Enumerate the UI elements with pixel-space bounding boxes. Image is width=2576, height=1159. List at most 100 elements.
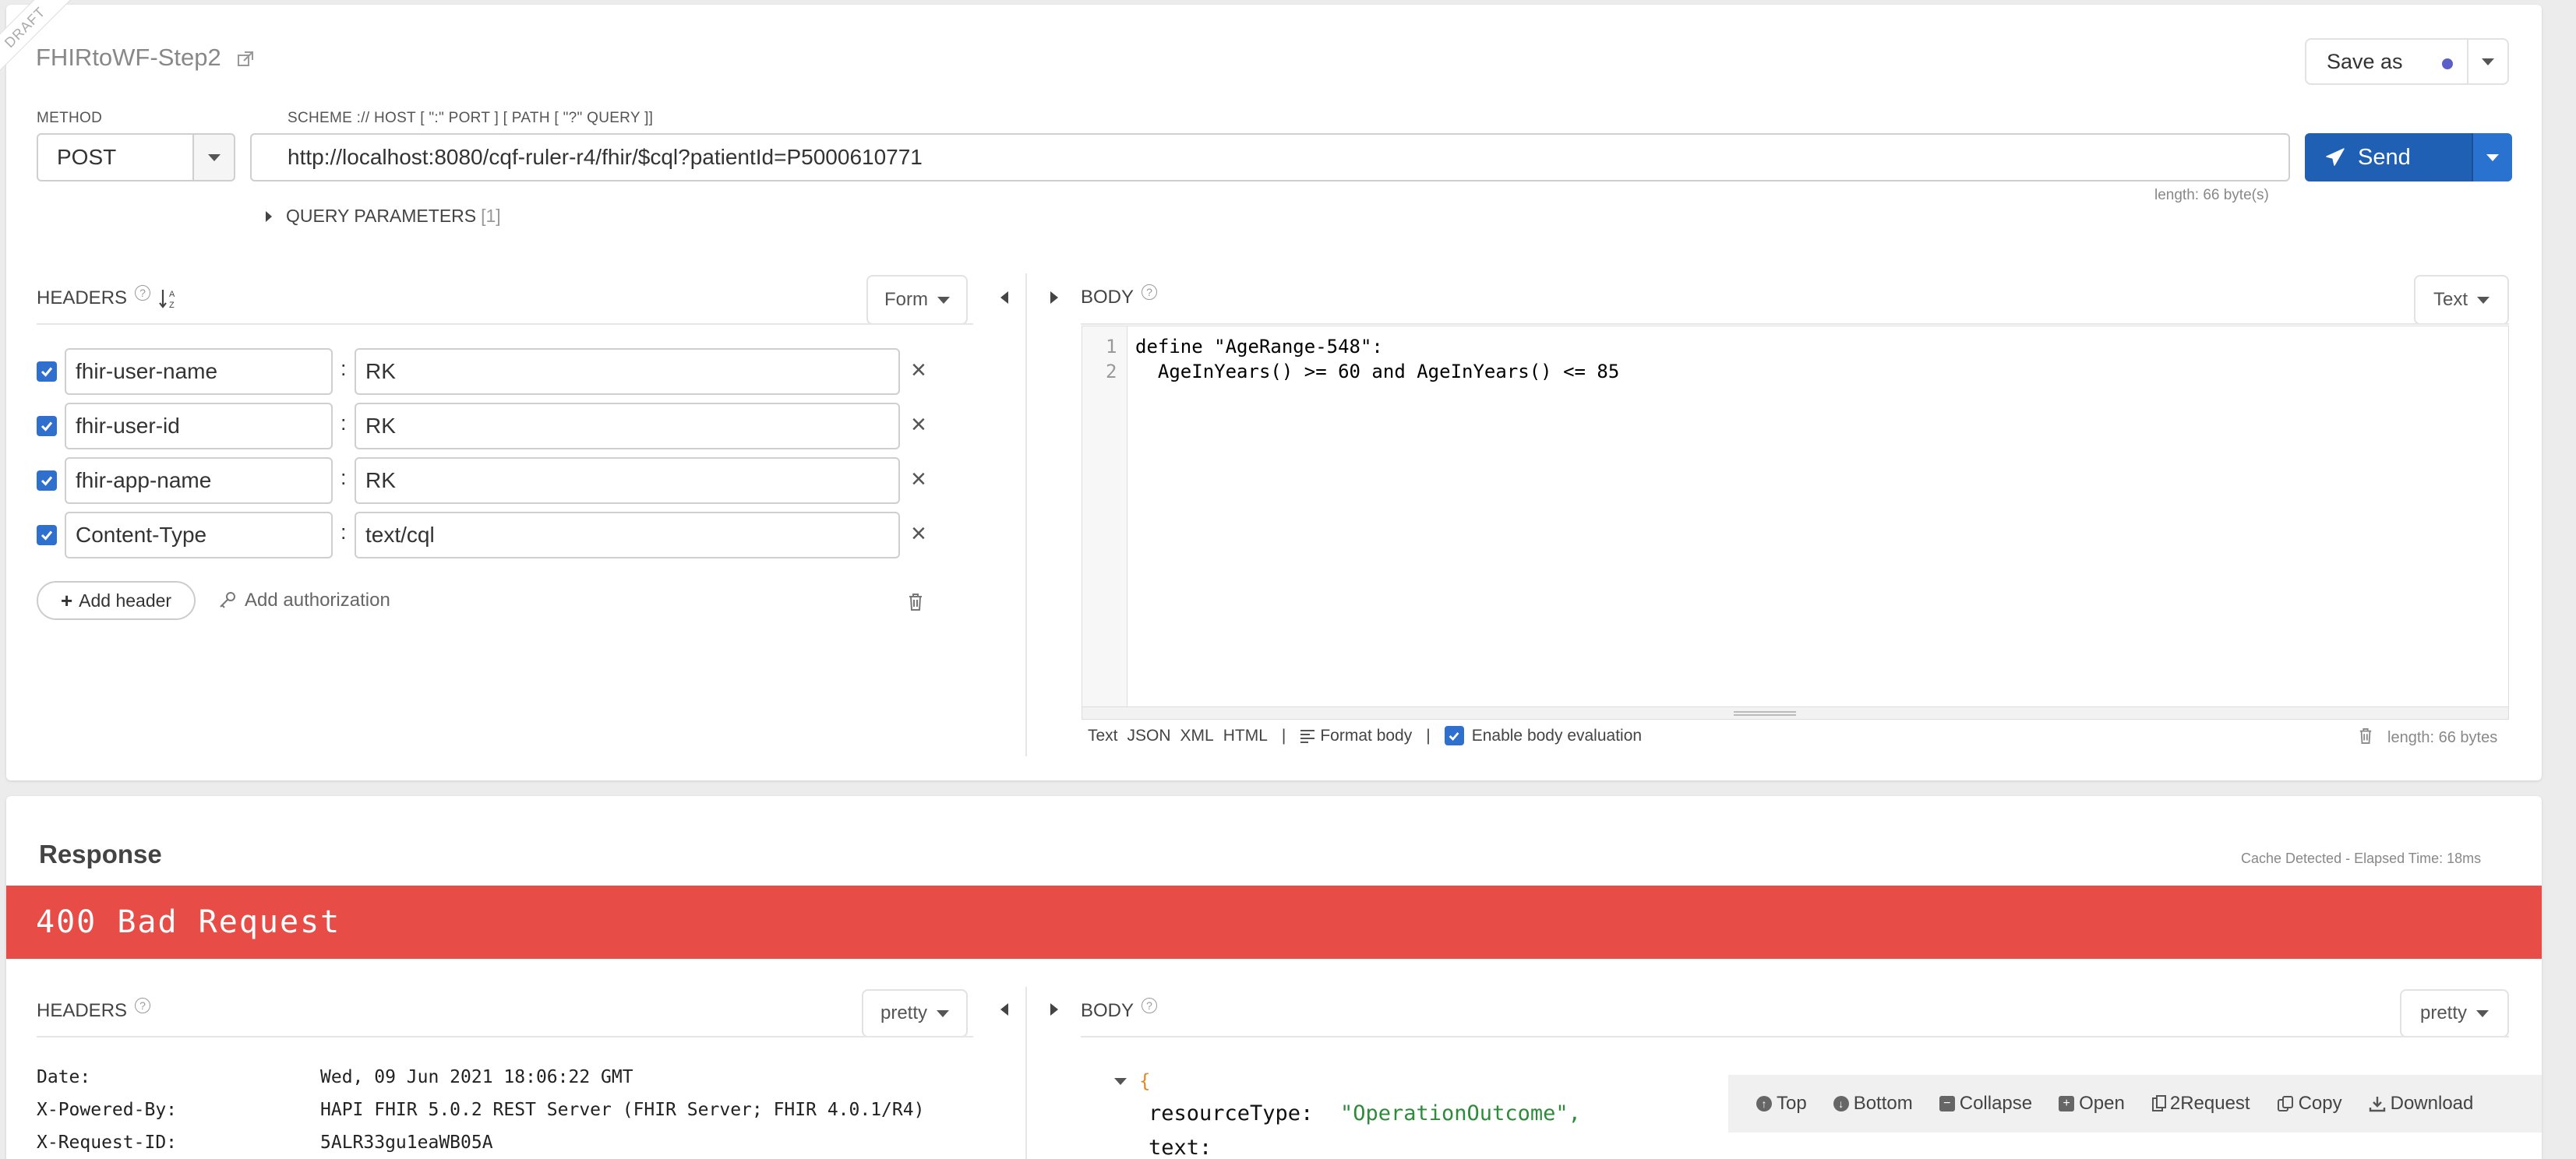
plus-square-icon: +: [2059, 1096, 2075, 1111]
chevron-down-icon: [937, 1009, 950, 1017]
expand-right-icon[interactable]: [1050, 1003, 1058, 1016]
header-value: RK: [365, 414, 396, 438]
method-select[interactable]: POST: [37, 133, 200, 181]
format-body-label: Format body: [1320, 726, 1413, 745]
response-header-value: HAPI FHIR 5.0.2 REST Server (FHIR Server…: [320, 1100, 925, 1120]
url-input[interactable]: http://localhost:8080/cqf-ruler-r4/fhir/…: [250, 133, 2290, 181]
chevron-down-icon: [2482, 58, 2494, 65]
panel-splitter[interactable]: [1025, 987, 1027, 1159]
body-editor[interactable]: 1 2 define "AgeRange-548": AgeInYears() …: [1082, 326, 2509, 720]
help-icon: ?: [135, 285, 151, 301]
header-enabled-checkbox[interactable]: [37, 361, 57, 382]
response-body-heading: BODY ?: [1081, 998, 1158, 1022]
body-label: BODY: [1081, 287, 1134, 308]
header-value-input[interactable]: RK: [355, 457, 900, 504]
body-length: length: 66 bytes: [2387, 729, 2498, 746]
chevron-down-icon: [937, 296, 950, 304]
copy-label: Copy: [2298, 1093, 2342, 1114]
format-body-button[interactable]: Format body: [1300, 727, 1412, 745]
add-authorization-link[interactable]: Add authorization: [218, 590, 390, 611]
method-value: POST: [57, 145, 117, 169]
remove-header-icon[interactable]: ×: [911, 355, 926, 386]
save-as-dropdown-button[interactable]: [2467, 38, 2509, 85]
response-header-value: 5ALR33gu1eaWB05A: [320, 1133, 493, 1153]
scroll-bottom-button[interactable]: ↓ Bottom: [1833, 1093, 1913, 1115]
svg-text:A: A: [169, 290, 175, 299]
body-mode-select[interactable]: Text: [2414, 275, 2509, 325]
collapse-left-icon[interactable]: [1000, 1003, 1008, 1016]
url-value: http://localhost:8080/cqf-ruler-r4/fhir/…: [288, 145, 923, 169]
format-json-link[interactable]: JSON: [1127, 727, 1171, 745]
sort-alpha-icon[interactable]: A Z: [158, 287, 180, 310]
help-icon: ?: [1142, 998, 1158, 1013]
headers-label: HEADERS: [37, 287, 128, 308]
add-authorization-label: Add authorization: [245, 590, 390, 611]
open-button[interactable]: + Open: [2059, 1093, 2125, 1115]
align-left-icon: [1300, 729, 1315, 743]
collapse-toggle-icon[interactable]: [1114, 1078, 1127, 1085]
remove-header-icon[interactable]: ×: [911, 464, 926, 495]
enable-eval-toggle[interactable]: Enable body evaluation: [1444, 726, 1642, 745]
header-value-input[interactable]: RK: [355, 403, 900, 449]
cache-info: Cache Detected - Elapsed Time: 18ms: [2241, 851, 2482, 866]
expand-right-icon[interactable]: [1050, 291, 1058, 304]
scroll-top-button[interactable]: ↑ Top: [1756, 1093, 1807, 1115]
request-title: FHIRtoWF-Step2: [36, 44, 254, 72]
key-icon: [220, 592, 235, 608]
response-panel: Response Cache Detected - Elapsed Time: …: [6, 796, 2542, 1159]
send-button[interactable]: Send: [2305, 133, 2472, 181]
editor-resize-handle[interactable]: [1082, 706, 2508, 719]
add-header-button[interactable]: + Add header: [37, 581, 196, 620]
header-enabled-checkbox[interactable]: [37, 416, 57, 436]
header-enabled-checkbox[interactable]: [37, 525, 57, 545]
header-value: RK: [365, 359, 396, 383]
collapse-button[interactable]: − Collapse: [1939, 1093, 2032, 1115]
header-name-input[interactable]: fhir-user-name: [65, 348, 333, 395]
bottom-label: Bottom: [1853, 1093, 1913, 1114]
json-key: text:: [1149, 1136, 1212, 1159]
headers-divider: [37, 323, 973, 325]
response-body-mode-select[interactable]: pretty: [2400, 989, 2509, 1037]
header-name-input[interactable]: fhir-user-id: [65, 403, 333, 449]
chevron-down-icon: [2477, 296, 2490, 304]
enable-eval-checkbox[interactable]: [1444, 726, 1464, 745]
panel-splitter[interactable]: [1025, 273, 1027, 756]
header-name: fhir-app-name: [76, 468, 212, 492]
query-params-toggle[interactable]: QUERY PARAMETERS [1]: [266, 206, 501, 227]
save-as-button[interactable]: Save as: [2305, 38, 2468, 85]
to-request-button[interactable]: 2Request: [2151, 1093, 2250, 1115]
trash-icon[interactable]: [2358, 727, 2373, 745]
colon-separator: :: [341, 466, 347, 489]
collapse-left-icon[interactable]: [1000, 291, 1008, 304]
header-name-input[interactable]: fhir-app-name: [65, 457, 333, 504]
unsaved-dot-icon: [2442, 58, 2453, 69]
format-xml-link[interactable]: XML: [1180, 727, 1214, 745]
json-key: resourceType:: [1149, 1101, 1314, 1126]
response-headers-mode-select[interactable]: pretty: [862, 989, 968, 1037]
trash-icon[interactable]: [907, 593, 924, 611]
copy-button[interactable]: Copy: [2277, 1093, 2342, 1115]
response-header-name: Date:: [37, 1067, 91, 1087]
external-link-icon[interactable]: [237, 51, 254, 68]
copy-icon: [2277, 1096, 2293, 1111]
send-dropdown-button[interactable]: [2472, 133, 2512, 181]
download-button[interactable]: Download: [2369, 1093, 2473, 1115]
format-text-link[interactable]: Text: [1088, 727, 1118, 745]
header-value-input[interactable]: RK: [355, 348, 900, 395]
format-html-link[interactable]: HTML: [1223, 727, 1268, 745]
body-mode-label: Text: [2433, 289, 2468, 310]
send-label: Send: [2358, 144, 2411, 170]
code-line: AgeInYears() >= 60 and AgeInYears() <= 8…: [1135, 361, 1620, 382]
separator: |: [1281, 726, 1286, 745]
headers-mode-select[interactable]: Form: [866, 275, 968, 325]
method-dropdown-button[interactable]: [192, 133, 235, 181]
header-value-input[interactable]: text/cql: [355, 512, 900, 558]
header-name-input[interactable]: Content-Type: [65, 512, 333, 558]
remove-header-icon[interactable]: ×: [911, 519, 926, 549]
header-enabled-checkbox[interactable]: [37, 470, 57, 491]
response-headers-heading: HEADERS ?: [37, 998, 151, 1022]
header-name: Content-Type: [76, 523, 207, 547]
download-icon: [2369, 1097, 2385, 1112]
remove-header-icon[interactable]: ×: [911, 410, 926, 440]
to-request-label: 2Request: [2169, 1093, 2250, 1114]
